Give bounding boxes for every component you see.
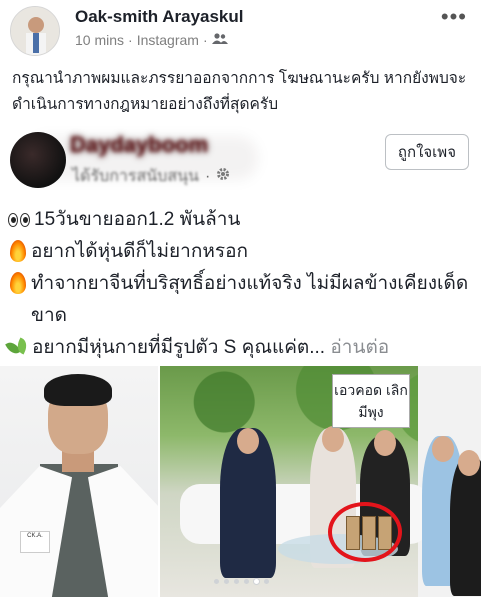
promo-sign: เอวคอด เลิกมีพุง (332, 374, 410, 428)
fire-icon (10, 240, 26, 262)
carousel-dot[interactable] (224, 579, 229, 584)
carousel-indicator[interactable] (214, 579, 269, 584)
ad-page-avatar (10, 132, 66, 188)
ad-line-text: อยากได้หุ่นดีก็ไม่ยากหรอก (31, 241, 248, 262)
carousel-dot[interactable] (234, 579, 239, 584)
doctor-photo[interactable]: CK.A. (0, 366, 158, 597)
carousel-dot[interactable] (214, 579, 219, 584)
ad-photo-carousel[interactable]: CK.A. เอวคอด เลิกมีพุง (0, 366, 481, 597)
ad-line-3: ทำจากยาจีนที่บริสุทธิ์อย่างแท้จริง ไม่มี… (6, 268, 476, 332)
post-time[interactable]: 10 mins (75, 32, 124, 48)
post-source: Instagram (136, 32, 199, 48)
sponsored-label: ได้รับการสนับสนุน (72, 168, 199, 185)
ad-page-name: Daydayboom (70, 132, 209, 157)
tv-show-photo[interactable]: เอวคอด เลิกมีพุง (160, 366, 481, 597)
ad-line-text: อยากมีหุ่นกายที่มีรูปตัว S คุณแค่ต... (32, 337, 326, 358)
author-avatar[interactable] (10, 6, 60, 56)
like-page-button[interactable]: ถูกใจเพจ (384, 134, 469, 170)
audience-friends-icon[interactable] (211, 32, 228, 48)
eyes-icon (8, 213, 30, 227)
carousel-dot[interactable] (264, 579, 269, 584)
ad-header: Daydayboom ได้รับการสนับสนุน · ถูกใจเพจ (0, 124, 481, 192)
post-author[interactable]: Oak-smith Arayaskul (75, 7, 244, 27)
ad-line-2: อยากได้หุ่นดีก็ไม่ยากหรอก (6, 236, 476, 268)
carousel-dot[interactable] (254, 579, 259, 584)
coat-badge: CK.A. (20, 531, 50, 553)
ad-line-1: 15วันขายออก1.2 พันล้าน (6, 204, 476, 236)
fire-icon (10, 272, 26, 294)
highlight-circle (328, 502, 402, 562)
post-header: Oak-smith Arayaskul 10 mins · Instagram … (0, 0, 481, 62)
post-text: กรุณานำภาพผมและภรรยาออกจากการ โฆษณานะครั… (12, 70, 467, 113)
see-more-link[interactable]: อ่านต่อ (330, 337, 389, 358)
ad-line-4: อยากมีหุ่นกายที่มีรูปตัว S คุณแค่ต... อ่… (6, 332, 476, 364)
post-meta: 10 mins · Instagram · (75, 32, 228, 48)
more-options-icon[interactable]: ••• (441, 6, 467, 28)
herb-icon (8, 339, 28, 355)
ad-sponsored: ได้รับการสนับสนุน · (72, 164, 230, 189)
meta-separator: · (128, 32, 133, 48)
ad-line-text: ทำจากยาจีนที่บริสุทธิ์อย่างแท้จริง ไม่มี… (31, 273, 469, 326)
meta-separator-2: · (202, 32, 208, 48)
shared-ad-screenshot: Daydayboom ได้รับการสนับสนุน · ถูกใจเพจ … (0, 124, 481, 597)
carousel-dot[interactable] (244, 579, 249, 584)
ad-line-text: 15วันขายออก1.2 พันล้าน (34, 209, 241, 230)
dot-separator: · (204, 167, 211, 185)
gear-icon (216, 167, 230, 186)
ad-text: 15วันขายออก1.2 พันล้าน อยากได้หุ่นดีก็ไม… (6, 204, 476, 364)
